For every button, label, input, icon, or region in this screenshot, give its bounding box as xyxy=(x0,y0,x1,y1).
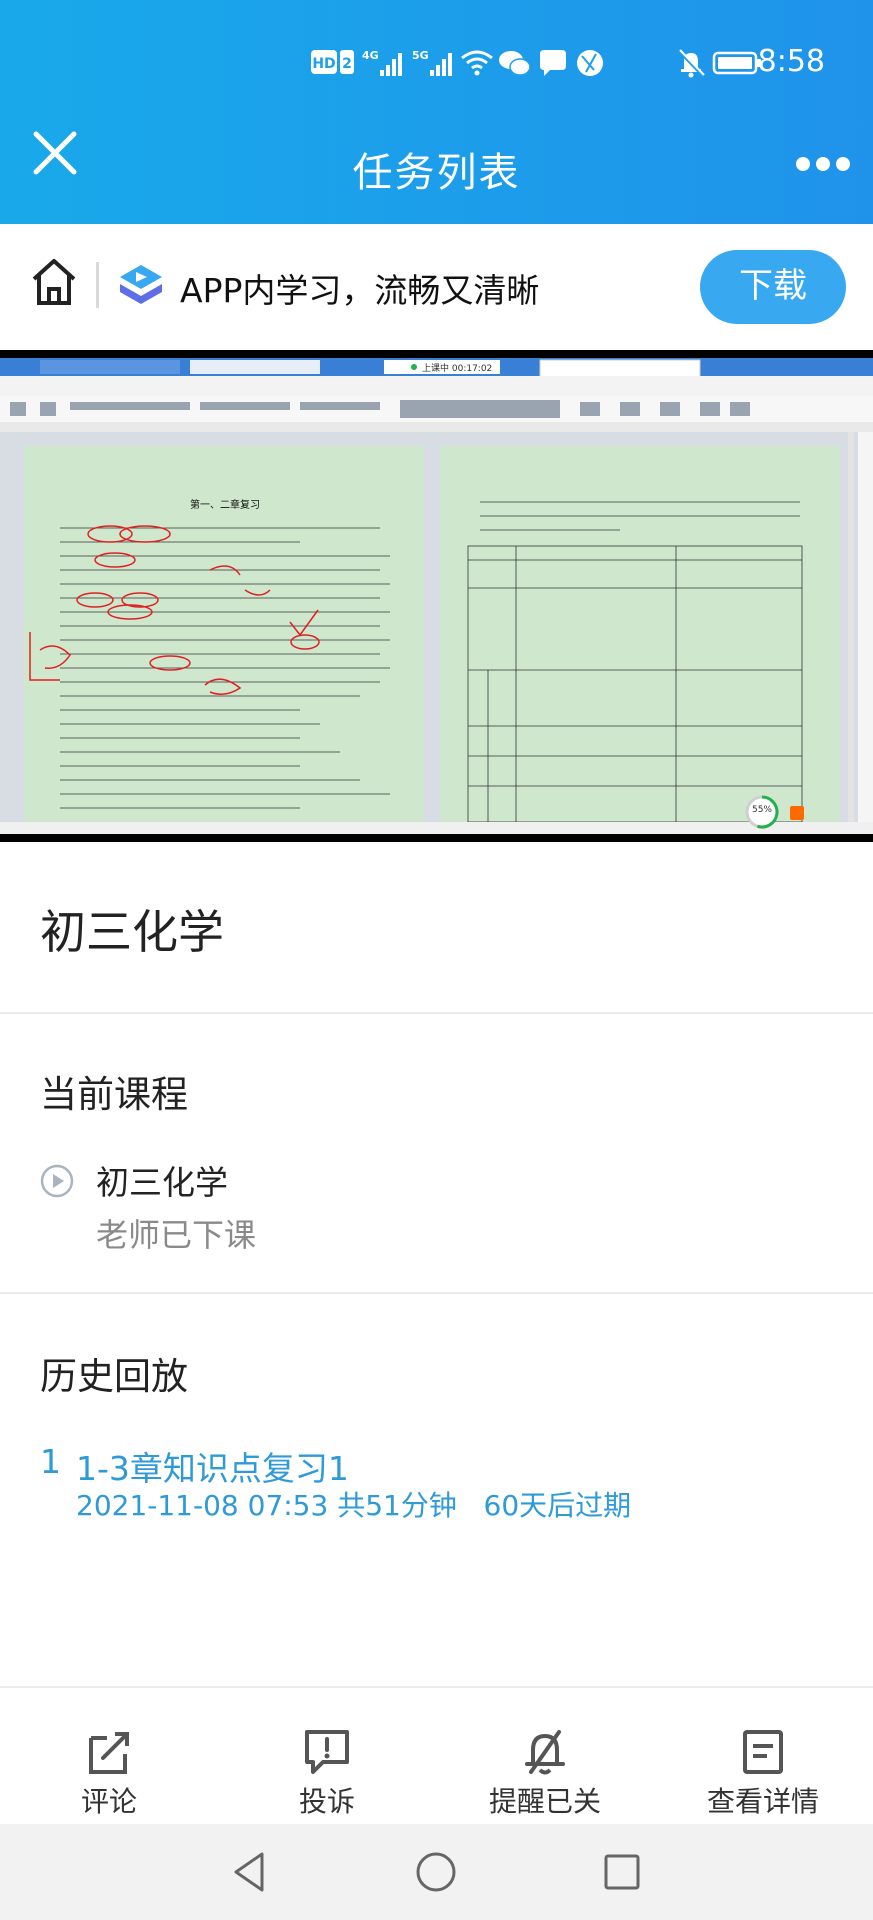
comment-label: 评论 xyxy=(80,1785,137,1818)
globe-app-icon xyxy=(577,50,603,76)
wechat-icon xyxy=(499,51,531,76)
status-bar: HD 2 4G 5G 8:58 xyxy=(0,38,873,90)
complaint-label: 投诉 xyxy=(298,1785,355,1818)
reminder-off-icon xyxy=(525,1730,565,1775)
mute-bell-icon xyxy=(677,49,705,78)
shared-screen: 上课中 00:17:02 第一、二章复习 55% xyxy=(0,350,873,842)
title-bar: 任务列表 xyxy=(0,120,873,210)
chat-bubble-icon xyxy=(540,50,566,76)
signal-4g-icon: 4G xyxy=(362,49,402,76)
page-title: 任务列表 xyxy=(352,150,521,196)
back-icon[interactable] xyxy=(228,1850,272,1894)
recents-icon[interactable] xyxy=(600,1850,644,1894)
divider xyxy=(0,1012,873,1014)
progress-badge: 55% xyxy=(752,805,772,815)
app-logo-icon xyxy=(120,265,162,304)
svg-text:5G: 5G xyxy=(412,49,429,62)
banner-text: APP内学习，流畅又清晰 xyxy=(180,271,540,310)
history-item-title[interactable]: 1-3章知识点复习1 xyxy=(76,1442,349,1490)
course-title: 初三化学 xyxy=(40,905,224,959)
battery-icon xyxy=(712,51,761,75)
current-course-status: 老师已下课 xyxy=(96,1216,257,1254)
app-download-banner: APP内学习，流畅又清晰 下载 xyxy=(0,224,873,350)
signal-5g-icon: 5G xyxy=(412,49,452,76)
wifi-icon xyxy=(461,50,493,76)
app-header: HD 2 4G 5G 8:58 任务列表 xyxy=(0,0,873,224)
bottom-action-bar: 评论 投诉 提醒已关 查看详情 xyxy=(0,1686,873,1824)
complaint-icon xyxy=(305,1730,349,1774)
recording-badge: 上课中 00:17:02 xyxy=(422,362,492,374)
edit-comment-icon xyxy=(89,1732,129,1774)
details-button[interactable]: 查看详情 xyxy=(654,1688,872,1826)
home-icon[interactable] xyxy=(30,257,78,307)
video-player[interactable]: 上课中 00:17:02 第一、二章复习 55% xyxy=(0,350,873,842)
details-label: 查看详情 xyxy=(706,1785,819,1818)
home-circle-icon[interactable] xyxy=(414,1850,458,1894)
system-navigation-bar xyxy=(0,1824,873,1920)
current-course-heading: 当前课程 xyxy=(40,1073,188,1116)
history-heading: 历史回放 xyxy=(40,1355,188,1398)
current-course-name[interactable]: 初三化学 xyxy=(96,1156,228,1204)
complaint-button[interactable]: 投诉 xyxy=(218,1688,436,1826)
svg-text:2: 2 xyxy=(342,56,352,72)
play-circle-icon xyxy=(40,1164,74,1198)
comment-button[interactable]: 评论 xyxy=(0,1688,218,1826)
details-icon xyxy=(743,1730,783,1774)
reminder-toggle-button[interactable]: 提醒已关 xyxy=(436,1688,654,1826)
download-button[interactable]: 下载 xyxy=(700,250,846,324)
svg-text:4G: 4G xyxy=(362,49,379,62)
reminder-label: 提醒已关 xyxy=(488,1785,601,1818)
more-dots-icon[interactable] xyxy=(795,156,851,172)
svg-text:HD: HD xyxy=(312,56,335,72)
history-item-meta: 2021-11-08 07:53 共51分钟 60天后过期 xyxy=(76,1489,632,1522)
hd-badge-icon: HD 2 xyxy=(311,50,354,74)
divider xyxy=(0,1292,873,1294)
history-item-index: 1 xyxy=(40,1442,61,1481)
banner-divider xyxy=(96,262,99,308)
status-time: 8:58 xyxy=(757,44,825,79)
doc-title: 第一、二章复习 xyxy=(190,498,260,511)
